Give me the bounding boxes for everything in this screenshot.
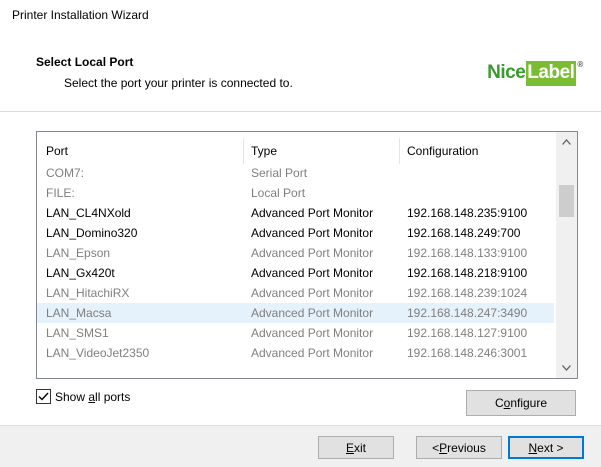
configuration-cell: 192.168.148.235:9100 (407, 206, 528, 220)
next-button[interactable]: Next > (508, 436, 584, 459)
type-cell: Advanced Port Monitor (251, 206, 374, 220)
wizard-header: Select Local Port Select the port your p… (0, 35, 601, 111)
column-separator[interactable] (243, 138, 244, 164)
type-cell: Advanced Port Monitor (251, 326, 374, 340)
port-cell: LAN_Gx420t (46, 266, 115, 280)
port-cell: LAN_HitachiRX (46, 286, 130, 300)
type-cell: Local Port (251, 186, 306, 200)
scroll-up-icon[interactable] (556, 132, 577, 152)
configuration-cell: 192.168.148.247:3490 (407, 306, 528, 320)
list-item[interactable]: LAN_Domino320 Advanced Port Monitor 192.16… (37, 223, 554, 243)
list-item[interactable]: FILE: Local Port (37, 183, 554, 203)
port-cell: LAN_Macsa (46, 306, 112, 320)
page-subtitle: Select the port your printer is connecte… (64, 76, 293, 90)
list-item[interactable]: LAN_HitachiRX Advanced Port Monitor 192.16… (37, 283, 554, 303)
port-cell: FILE: (46, 186, 75, 200)
column-header-configuration[interactable]: Configuration (407, 144, 478, 158)
port-cell: COM7: (46, 166, 85, 180)
show-all-ports-toggle[interactable]: Show all ports (36, 389, 130, 404)
list-item[interactable]: LAN_CL4NXold Advanced Port Monitor 192.168… (37, 203, 554, 223)
configuration-cell: 192.168.148.127:9100 (407, 326, 528, 340)
vertical-scrollbar[interactable] (556, 132, 577, 378)
checkmark-icon (38, 392, 49, 401)
scroll-down-icon[interactable] (556, 358, 577, 378)
type-cell: Advanced Port Monitor (251, 306, 374, 320)
nicelabel-logo: Nice Label ® (483, 57, 587, 89)
list-item[interactable]: LAN_VideoJet2350 Advanced Port Monitor 192… (37, 343, 554, 363)
port-cell: LAN_SMS1 (46, 326, 109, 340)
list-item[interactable]: LAN_SMS1 Advanced Port Monitor 192.168.148… (37, 323, 554, 343)
type-cell: Advanced Port Monitor (251, 226, 374, 240)
type-cell: Advanced Port Monitor (251, 246, 374, 260)
exit-button[interactable]: Exit (318, 436, 394, 459)
scrollbar-thumb[interactable] (559, 185, 574, 217)
show-all-ports-checkbox[interactable] (36, 389, 51, 404)
type-cell: Advanced Port Monitor (251, 286, 374, 300)
list-item[interactable]: COM7: Serial Port (37, 163, 554, 183)
port-cell: LAN_Domino320 (46, 226, 138, 240)
logo-registered-mark: ® (577, 60, 583, 69)
list-item[interactable]: LAN_Macsa Advanced Port Monitor 192.168.14… (37, 303, 554, 323)
show-all-ports-label[interactable]: Show all ports (55, 390, 130, 404)
list-rows: COM7: Serial Port FILE: Local Port LAN_CL4NX… (37, 163, 554, 363)
list-item[interactable]: LAN_Gx420t Advanced Port Monitor 192.168.1… (37, 263, 554, 283)
type-cell: Advanced Port Monitor (251, 266, 374, 280)
configuration-cell: 192.168.148.218:9100 (407, 266, 528, 280)
configuration-cell: 192.168.148.249:700 (407, 226, 521, 240)
port-list[interactable]: Port Type Configuration COM7: Serial Port… (36, 131, 578, 379)
port-cell: LAN_CL4NXold (46, 206, 131, 220)
type-cell: Advanced Port Monitor (251, 346, 374, 360)
column-header-type[interactable]: Type (251, 144, 277, 158)
window-title: Printer Installation Wizard (12, 8, 149, 22)
configuration-cell: 192.168.148.239:1024 (407, 286, 528, 300)
column-header-port[interactable]: Port (46, 144, 68, 158)
configuration-cell: 192.168.148.246:3001 (407, 346, 528, 360)
configure-button[interactable]: Co nfigure (466, 390, 576, 416)
header-divider (0, 111, 601, 112)
port-cell: LAN_VideoJet2350 (46, 346, 150, 360)
logo-text-label: Label (526, 60, 577, 86)
logo-text-nice: Nice (487, 62, 526, 83)
column-separator[interactable] (399, 138, 400, 164)
page-title: Select Local Port (36, 55, 134, 69)
list-item[interactable]: LAN_Epson Advanced Port Monitor 192.168.14… (37, 243, 554, 263)
port-cell: LAN_Epson (46, 246, 111, 260)
type-cell: Serial Port (251, 166, 308, 180)
configuration-cell: 192.168.148.133:9100 (407, 246, 528, 260)
previous-button[interactable]: < Previous (416, 436, 502, 459)
